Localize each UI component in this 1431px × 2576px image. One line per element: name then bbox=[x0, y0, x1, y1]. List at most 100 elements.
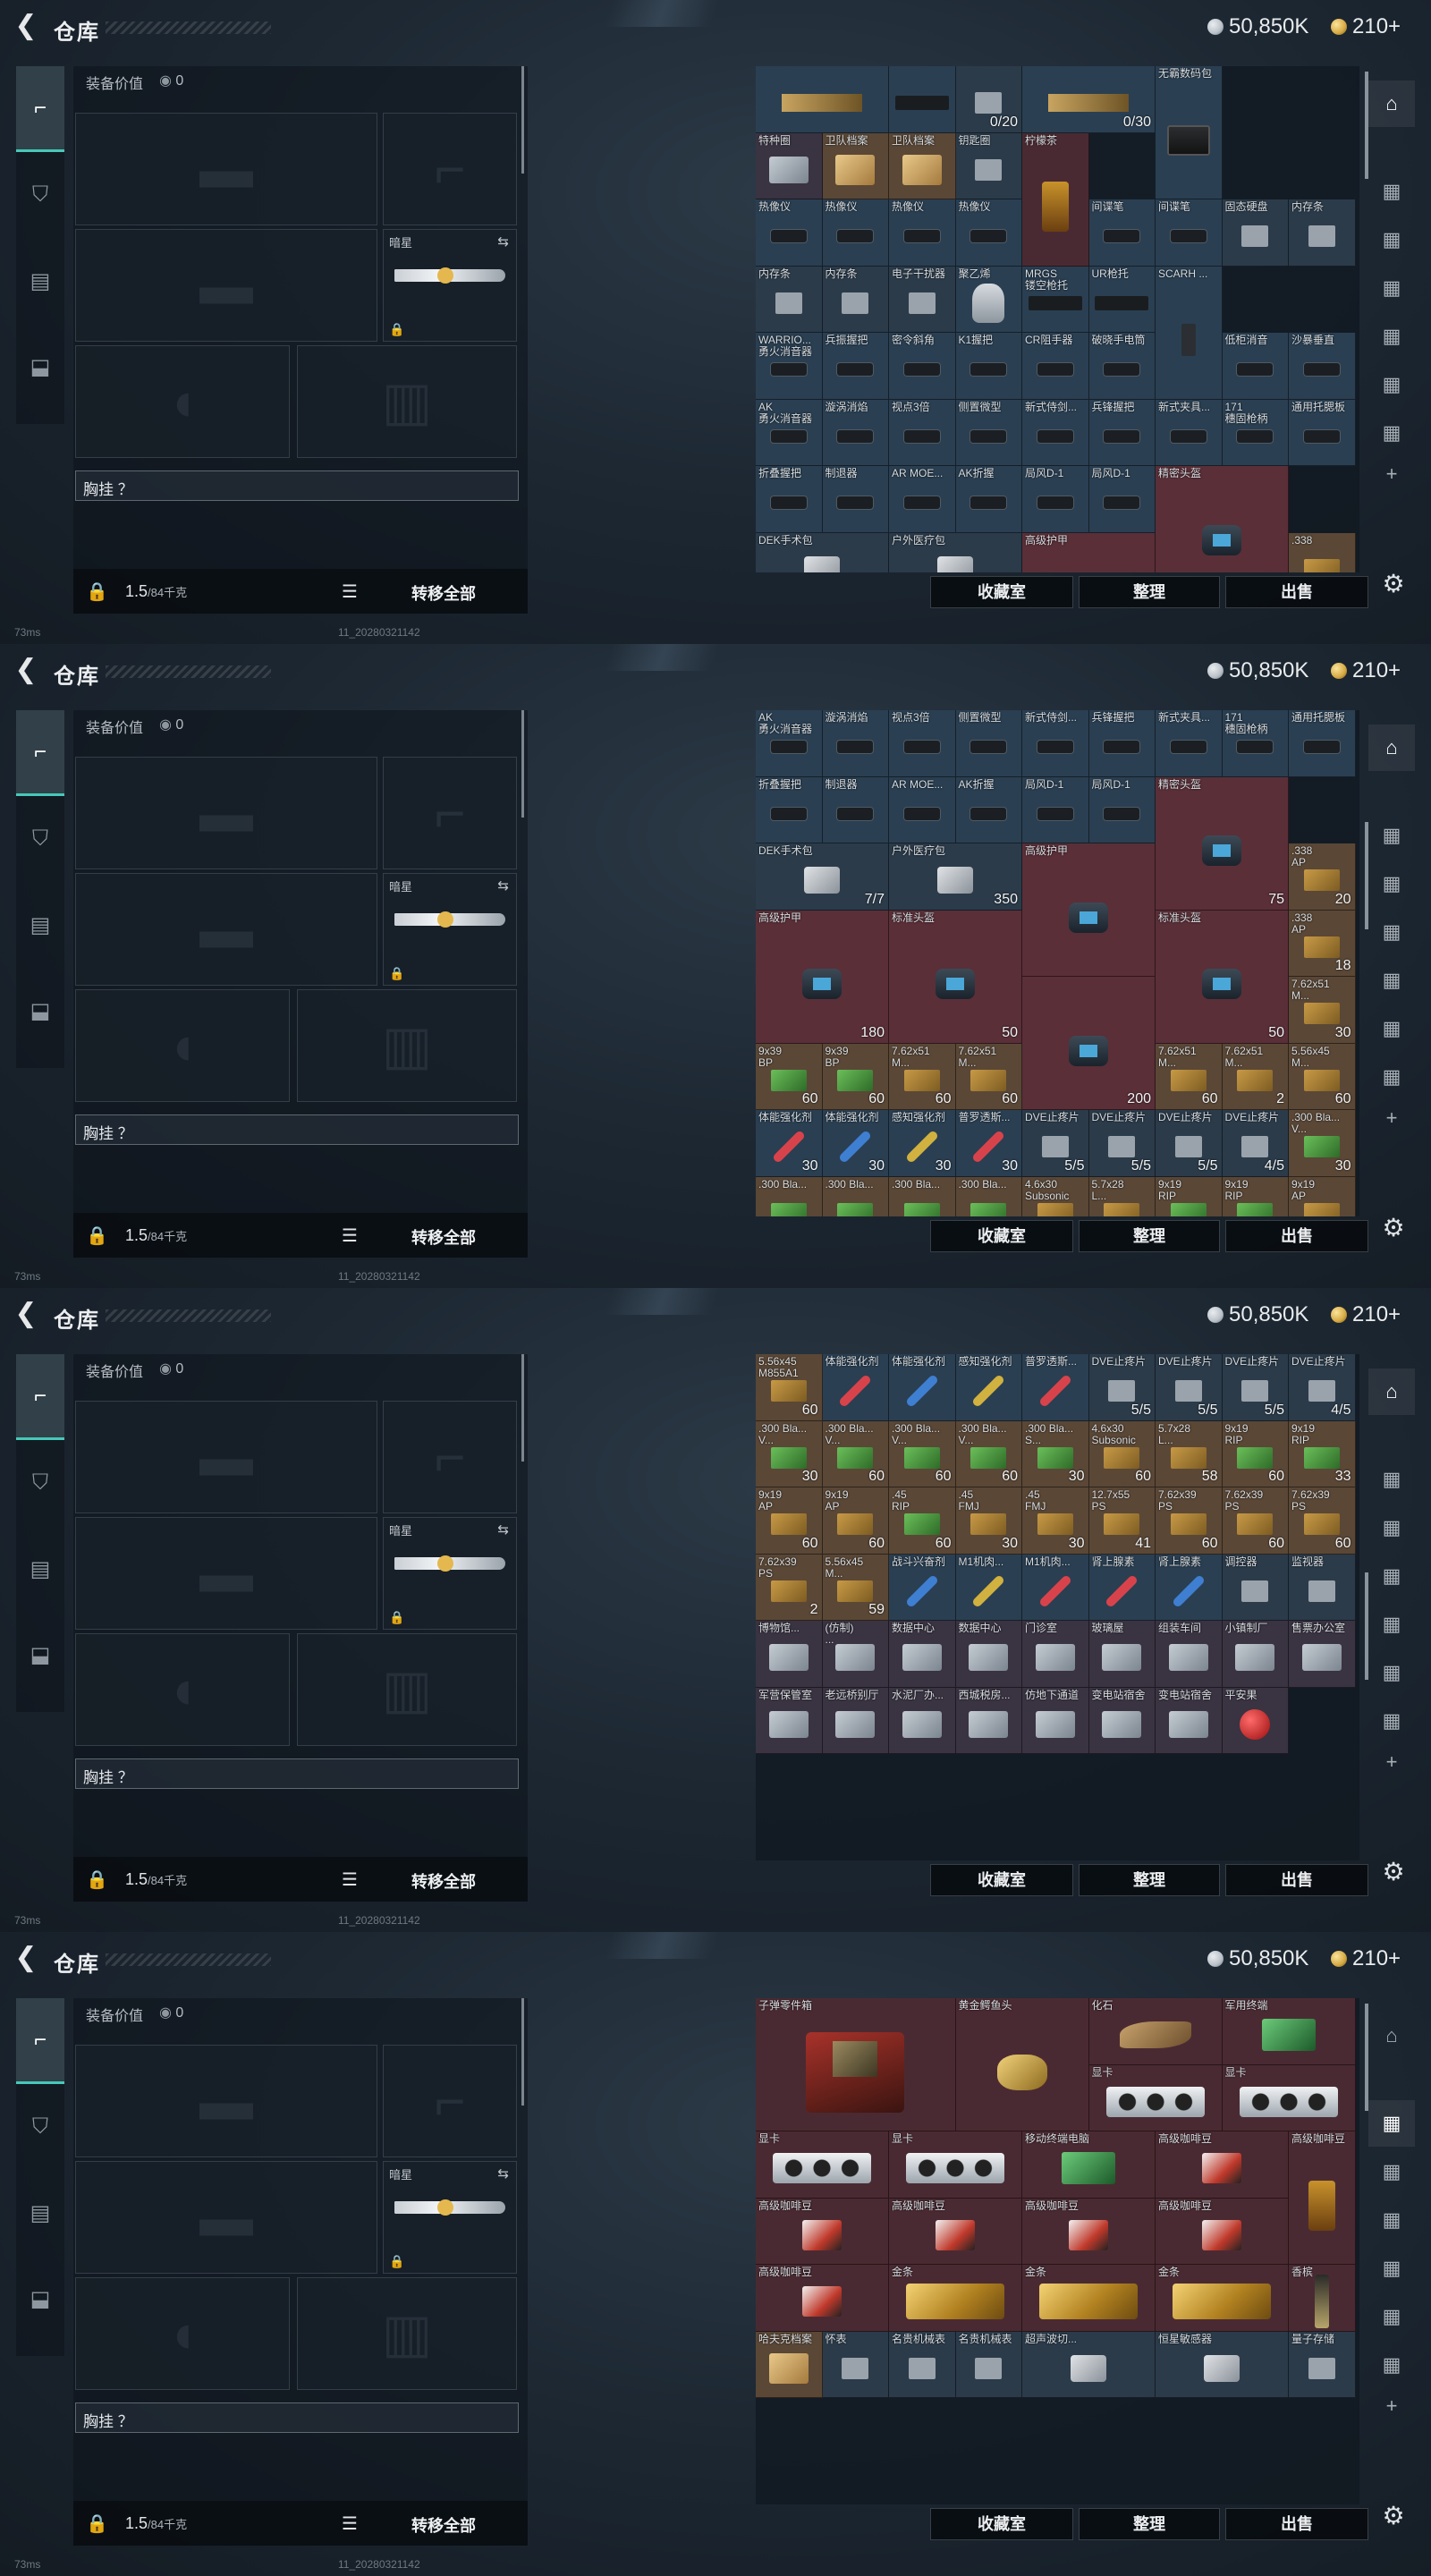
sell-button[interactable]: 出售 bbox=[1225, 1864, 1368, 1896]
transfer-all-button[interactable]: 转移全部 bbox=[411, 2513, 476, 2537]
swap-icon[interactable]: ⇆ bbox=[497, 233, 509, 250]
storage-tab-2[interactable]: ▦ bbox=[1368, 1504, 1415, 1551]
organize-button[interactable]: 整理 bbox=[1079, 1220, 1220, 1252]
inventory-item[interactable]: 显卡 bbox=[1088, 2064, 1223, 2131]
inventory-item[interactable]: 高级咖啡豆 bbox=[1289, 2131, 1356, 2265]
transfer-all-button[interactable]: 转移全部 bbox=[411, 1869, 476, 1893]
pistol-slot[interactable]: ⌐ bbox=[383, 757, 517, 869]
inventory-item[interactable]: 5.7x28 L...58 bbox=[1088, 1176, 1156, 1216]
inventory-item[interactable]: 感知强化剂 30 bbox=[889, 1110, 956, 1177]
armor-slot[interactable]: ▥ bbox=[297, 989, 517, 1102]
inventory-item[interactable]: 金条 bbox=[889, 2265, 1022, 2332]
inventory-item[interactable]: .300 Bla...60 bbox=[889, 1176, 956, 1216]
inventory-item[interactable]: 黄金鳄鱼头 bbox=[955, 1998, 1089, 2131]
storage-icon[interactable]: ⌂ bbox=[1368, 80, 1415, 127]
inventory-item[interactable]: AK 勇火消音器 bbox=[756, 710, 823, 777]
inventory-item[interactable]: DEK手术包 bbox=[756, 532, 889, 572]
inventory-item[interactable]: WARRIO... 勇火消音器 bbox=[756, 333, 823, 400]
inventory-item[interactable]: 军用终端 bbox=[1222, 1998, 1356, 2065]
inventory-item[interactable]: 玻璃屋 bbox=[1088, 1621, 1156, 1688]
inventory-item[interactable]: 户外医疗包 350 bbox=[889, 843, 1022, 911]
inventory-item[interactable]: 0/20 bbox=[955, 66, 1022, 133]
settings-gear-icon[interactable]: ⚙ bbox=[1378, 2501, 1409, 2531]
inventory-item[interactable]: 热像仪 bbox=[955, 199, 1022, 267]
inventory-item[interactable]: 9x39 BP 60 bbox=[822, 1043, 889, 1110]
secondary-weapon-slot[interactable]: ▬ bbox=[75, 1517, 377, 1630]
list-icon[interactable]: ☰ bbox=[342, 580, 358, 603]
inventory-item[interactable]: 恒星敏感器 bbox=[1156, 2331, 1289, 2398]
inventory-item[interactable]: 通用托腮板 bbox=[1289, 399, 1356, 466]
inventory-item[interactable]: 老远桥别厅 bbox=[822, 1687, 889, 1754]
inventory-item[interactable]: 特种圈 bbox=[756, 132, 823, 199]
storage-icon[interactable]: ⌂ bbox=[1368, 2012, 1415, 2059]
collection-room-button[interactable]: 收藏室 bbox=[930, 2508, 1073, 2540]
inventory-item[interactable]: DVE止疼片 5/5 bbox=[1088, 1110, 1156, 1177]
inventory-item[interactable]: 小镇制厂 bbox=[1222, 1621, 1289, 1688]
organize-button[interactable]: 整理 bbox=[1079, 1864, 1220, 1896]
case-icon[interactable]: ⬓ bbox=[16, 324, 64, 410]
pistol-slot[interactable]: ⌐ bbox=[383, 2045, 517, 2157]
collection-room-button[interactable]: 收藏室 bbox=[930, 1864, 1073, 1896]
armor-icon[interactable]: ⛉ bbox=[16, 152, 64, 238]
inventory-item[interactable]: 4.6x30 Subsonic 60 bbox=[1088, 1420, 1156, 1487]
inventory-item[interactable]: DVE止疼片 5/5 bbox=[1156, 1110, 1223, 1177]
storage-tab-5[interactable]: ▦ bbox=[1368, 361, 1415, 408]
inventory-item[interactable]: SCARH ... bbox=[1156, 266, 1223, 400]
helmet-slot[interactable]: ◖ bbox=[75, 1633, 290, 1746]
inventory-item[interactable]: 9x19 AP 60 bbox=[822, 1487, 889, 1555]
settings-gear-icon[interactable]: ⚙ bbox=[1378, 569, 1409, 599]
inventory-item[interactable]: 调控器 bbox=[1222, 1554, 1289, 1621]
transfer-all-button[interactable]: 转移全部 bbox=[411, 1225, 476, 1249]
back-arrow-icon[interactable]: ❮ bbox=[13, 1301, 39, 1327]
storage-tab-3[interactable]: ▦ bbox=[1368, 265, 1415, 311]
inventory-item[interactable]: 柠檬茶 bbox=[1022, 132, 1089, 267]
backpack-icon[interactable]: ▤ bbox=[16, 882, 64, 968]
inventory-item[interactable]: 名贵机械表 bbox=[889, 2331, 956, 2398]
inventory-item[interactable]: CR阻手器 bbox=[1022, 333, 1089, 400]
inventory-item[interactable]: 视点3倍 bbox=[889, 710, 956, 777]
inventory-item[interactable]: 普罗透斯... bbox=[1022, 1354, 1089, 1421]
armor-slot[interactable]: ▥ bbox=[297, 2277, 517, 2390]
inventory-item[interactable]: DVE止疼片 5/5 bbox=[1156, 1354, 1223, 1421]
weapon-icon[interactable]: ⌐ bbox=[16, 710, 64, 796]
inventory-item[interactable]: MRGS 镂空枪托 bbox=[1022, 266, 1089, 333]
inventory-item[interactable]: 标准头盔 50 bbox=[889, 910, 1022, 1044]
inventory-item[interactable]: UR枪托 bbox=[1088, 266, 1156, 333]
inventory-item[interactable]: 7.62x39 PS 2 bbox=[756, 1554, 823, 1621]
inventory-item[interactable]: 感知强化剂 bbox=[955, 1354, 1022, 1421]
storage-tab-3[interactable]: ▦ bbox=[1368, 1553, 1415, 1599]
add-tab-icon[interactable]: + bbox=[1368, 1739, 1415, 1785]
melee-slot[interactable]: 暗星 ⇆ 🔒 bbox=[383, 2161, 517, 2274]
inventory-item[interactable]: 博物馆... bbox=[756, 1621, 823, 1688]
inventory-item[interactable]: 高级咖啡豆 bbox=[756, 2265, 889, 2332]
back-arrow-icon[interactable]: ❮ bbox=[13, 13, 39, 39]
storage-tab-3[interactable]: ▦ bbox=[1368, 909, 1415, 955]
inventory-item[interactable]: 卫队档案 bbox=[822, 132, 889, 199]
inventory-item[interactable]: AK 勇火消音器 bbox=[756, 399, 823, 466]
stash-scrollbar[interactable] bbox=[1365, 72, 1368, 179]
inventory-item[interactable]: 兵锋握把 bbox=[1088, 710, 1156, 777]
stash-scrollbar[interactable] bbox=[1365, 2004, 1368, 2111]
melee-slot[interactable]: 暗星 ⇆ 🔒 bbox=[383, 873, 517, 986]
collection-room-button[interactable]: 收藏室 bbox=[930, 1220, 1073, 1252]
helmet-slot[interactable]: ◖ bbox=[75, 989, 290, 1102]
inventory-item[interactable]: 体能强化剂 30 bbox=[756, 1110, 823, 1177]
backpack-icon[interactable]: ▤ bbox=[16, 2170, 64, 2256]
storage-tab-1[interactable]: ▦ bbox=[1368, 812, 1415, 859]
inventory-item[interactable]: .300 Bla... V... 30 bbox=[756, 1420, 823, 1487]
inventory-item[interactable]: 钥匙圈 bbox=[955, 132, 1022, 199]
storage-tab-5[interactable]: ▦ bbox=[1368, 1649, 1415, 1696]
inventory-item[interactable]: .338 AP 18 bbox=[1289, 910, 1356, 977]
weapon-icon[interactable]: ⌐ bbox=[16, 1998, 64, 2084]
transfer-all-button[interactable]: 转移全部 bbox=[411, 581, 476, 605]
inventory-item[interactable]: DVE止疼片 5/5 bbox=[1022, 1110, 1089, 1177]
inventory-item[interactable]: .300 Bla...60 bbox=[822, 1176, 889, 1216]
armor-icon[interactable]: ⛉ bbox=[16, 796, 64, 882]
inventory-item[interactable]: 侧置微型 bbox=[955, 399, 1022, 466]
inventory-item[interactable]: 7.62x39 PS 60 bbox=[1222, 1487, 1289, 1555]
inventory-item[interactable]: 新式夹具... bbox=[1156, 399, 1223, 466]
inventory-item[interactable]: .300 Bla... V... 30 bbox=[1289, 1110, 1356, 1177]
inventory-item[interactable]: 数据中心 bbox=[955, 1621, 1022, 1688]
inventory-item[interactable]: AR MOE... bbox=[889, 776, 956, 843]
inventory-item[interactable]: 7.62x39 PS 60 bbox=[1156, 1487, 1223, 1555]
